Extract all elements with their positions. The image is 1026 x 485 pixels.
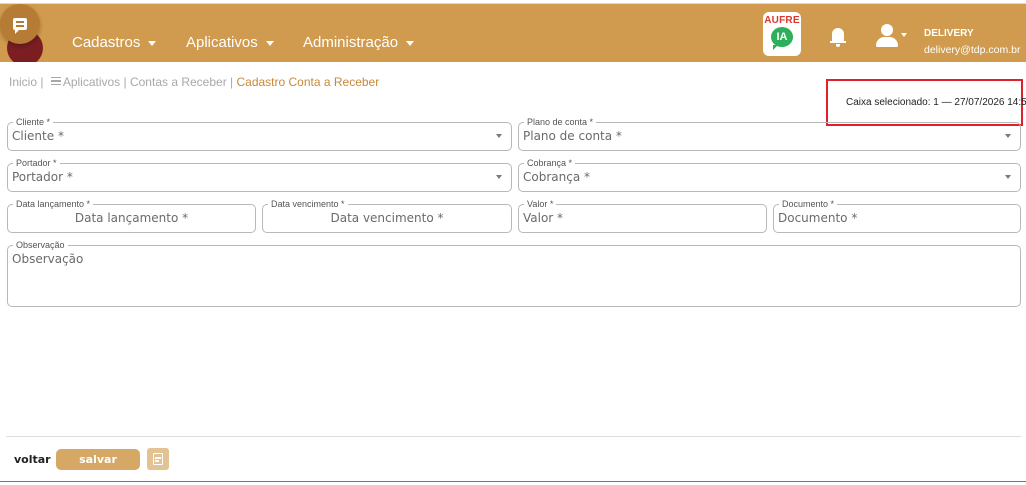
- plano-de-conta-select[interactable]: Plano de conta * Plano de conta *: [518, 116, 1021, 151]
- cobranca-select[interactable]: Cobrança * Cobrança *: [518, 157, 1021, 192]
- nav-administracao[interactable]: Administração: [303, 34, 415, 51]
- top-navbar: Cadastros Aplicativos Administração AUFR…: [0, 4, 1026, 62]
- chevron-down-icon: [406, 41, 415, 46]
- breadcrumb-inicio[interactable]: Inicio |: [9, 75, 43, 89]
- nav-aplicativos-label: Aplicativos: [186, 34, 258, 51]
- user-name: DELIVERY: [924, 28, 974, 39]
- dropdown-arrow-icon: [1005, 134, 1011, 138]
- bell-icon[interactable]: [830, 28, 846, 48]
- documento-label: Documento *: [779, 198, 838, 210]
- documento-field[interactable]: Documento * Documento *: [773, 198, 1021, 233]
- portador-label: Portador *: [13, 157, 60, 169]
- nav-cadastros-label: Cadastros: [72, 34, 141, 51]
- breadcrumb-contas-a-receber[interactable]: Contas a Receber |: [130, 75, 233, 89]
- dropdown-arrow-icon: [496, 175, 502, 179]
- observacao-label: Observação: [13, 239, 68, 251]
- nav-cadastros[interactable]: Cadastros: [72, 34, 157, 51]
- cliente-placeholder: Cliente *: [12, 129, 64, 143]
- cliente-label: Cliente *: [13, 116, 54, 128]
- observacao-textarea[interactable]: Observação Observação: [7, 239, 1021, 307]
- aufre-ia-button[interactable]: AUFRE IA: [763, 12, 801, 56]
- breadcrumb-aplicativos[interactable]: Aplicativos |: [63, 75, 127, 89]
- valor-field[interactable]: Valor * Valor *: [518, 198, 767, 233]
- data-vencimento-field[interactable]: Data vencimento * Data vencimento *: [262, 198, 512, 233]
- chat-icon[interactable]: [0, 4, 40, 44]
- dropdown-arrow-icon: [496, 134, 502, 138]
- valor-label: Valor *: [524, 198, 557, 210]
- voltar-button[interactable]: voltar: [14, 453, 51, 466]
- documento-placeholder: Documento *: [778, 211, 858, 225]
- menu-icon: [50, 77, 61, 85]
- cobranca-placeholder: Cobrança *: [523, 170, 590, 184]
- cobranca-label: Cobrança *: [524, 157, 576, 169]
- aufre-label: AUFRE: [764, 15, 800, 26]
- cliente-select[interactable]: Cliente * Cliente *: [7, 116, 512, 151]
- chevron-down-icon: [901, 33, 907, 37]
- nav-administracao-label: Administração: [303, 34, 399, 51]
- caixa-selecionado: Caixa selecionado: 1 — 27/07/2026 14:54: [846, 97, 1026, 108]
- user-icon: [881, 24, 893, 36]
- brand-logo[interactable]: [0, 4, 50, 62]
- valor-placeholder: Valor *: [523, 211, 564, 225]
- data-lancamento-field[interactable]: Data lançamento * Data lançamento *: [7, 198, 256, 233]
- plano-de-conta-label: Plano de conta *: [524, 116, 597, 128]
- dropdown-arrow-icon: [1005, 175, 1011, 179]
- footer-divider: [6, 436, 1021, 437]
- nav-aplicativos[interactable]: Aplicativos: [186, 34, 274, 51]
- breadcrumb: Inicio | Aplicativos | Contas a Receber …: [9, 75, 379, 89]
- observacao-placeholder: Observação: [12, 252, 84, 266]
- breadcrumb-current: Cadastro Conta a Receber: [236, 75, 380, 89]
- data-vencimento-placeholder: Data vencimento *: [330, 211, 444, 225]
- bottom-border: [0, 481, 1026, 482]
- data-vencimento-label: Data vencimento *: [268, 198, 348, 210]
- data-lancamento-placeholder: Data lançamento *: [74, 211, 189, 225]
- document-icon: [153, 453, 163, 465]
- portador-placeholder: Portador *: [12, 170, 73, 184]
- data-lancamento-label: Data lançamento *: [13, 198, 94, 210]
- user-menu[interactable]: [876, 24, 907, 50]
- document-action-button[interactable]: [147, 448, 169, 470]
- portador-select[interactable]: Portador * Portador *: [7, 157, 512, 192]
- user-email: delivery@tdp.com.br: [924, 44, 1021, 56]
- ia-chat-icon: IA: [771, 27, 793, 50]
- chevron-down-icon: [265, 41, 274, 46]
- chevron-down-icon: [148, 41, 157, 46]
- salvar-button[interactable]: salvar: [56, 449, 140, 470]
- plano-de-conta-placeholder: Plano de conta *: [523, 129, 622, 143]
